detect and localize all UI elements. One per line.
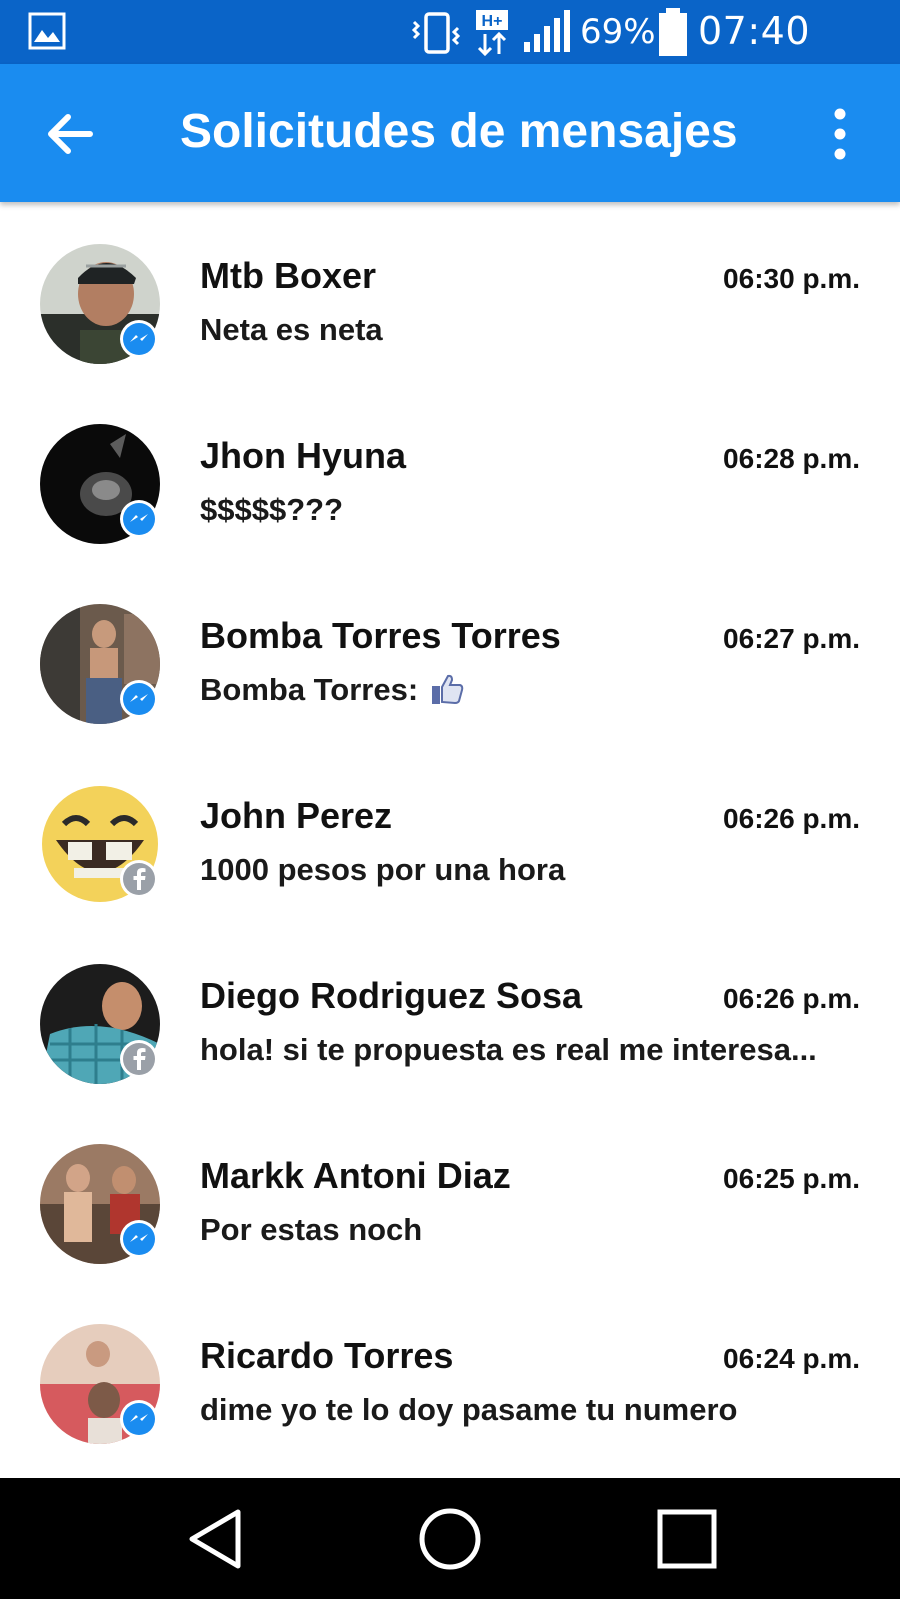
message-time: 06:26 p.m. [723, 803, 860, 834]
svg-text:H+: H+ [482, 13, 503, 30]
network-hplus-icon: H+ [476, 10, 508, 57]
more-options-icon[interactable] [818, 104, 862, 164]
message-request-row[interactable]: Bomba Torres Torres 06:27 p.m. Bomba Tor… [0, 562, 900, 742]
messenger-badge-icon [120, 320, 158, 358]
message-request-row[interactable]: Jhon Hyuna 06:28 p.m. $$$$$??? [0, 382, 900, 562]
message-preview: $$$$$??? [200, 490, 860, 530]
sender-name: Ricardo Torres [200, 1335, 454, 1376]
nav-home-icon[interactable] [415, 1504, 485, 1574]
facebook-badge-icon [120, 1040, 158, 1078]
message-request-row[interactable]: Mtb Boxer 06:30 p.m. Neta es neta [0, 202, 900, 382]
signal-strength-icon [524, 10, 570, 52]
facebook-badge-icon [120, 860, 158, 898]
messenger-badge-icon [120, 680, 158, 718]
message-preview: Bomba Torres: [200, 670, 860, 710]
message-request-list: Mtb Boxer 06:30 p.m. Neta es neta Jhon H… [0, 202, 900, 1462]
message-preview: Por estas noch [200, 1210, 860, 1250]
sender-name: Jhon Hyuna [200, 435, 407, 476]
page-title: Solicitudes de mensajes [180, 105, 738, 158]
status-bar: H+ 69% 07:40 p.m. [0, 0, 900, 99]
message-time: 06:26 p.m. [723, 983, 860, 1014]
message-preview: Neta es neta [200, 310, 860, 350]
message-preview: hola! si te propuesta es real me interes… [200, 1030, 860, 1070]
message-time: 06:27 p.m. [723, 623, 860, 654]
message-time: 06:28 p.m. [723, 443, 860, 474]
message-preview-text: $$$$$??? [200, 492, 344, 527]
navigation-bar [0, 1478, 900, 1599]
messenger-badge-icon [120, 1400, 158, 1438]
vibrate-icon [411, 12, 461, 54]
message-request-row[interactable]: John Perez 06:26 p.m. 1000 pesos por una… [0, 742, 900, 922]
thumbs-up-icon [432, 674, 464, 705]
messenger-badge-icon [120, 1220, 158, 1258]
app-bar: Solicitudes de mensajes [0, 64, 900, 202]
message-time: 06:25 p.m. [723, 1163, 860, 1194]
back-arrow-icon[interactable] [40, 104, 100, 164]
nav-back-icon[interactable] [180, 1504, 250, 1574]
sender-name: John Perez [200, 795, 393, 836]
message-request-row[interactable]: Diego Rodriguez Sosa 06:26 p.m. hola! si… [0, 922, 900, 1102]
message-preview-text: hola! si te propuesta es real me interes… [200, 1032, 817, 1067]
nav-recents-icon[interactable] [652, 1504, 722, 1574]
sender-name: Mtb Boxer [200, 255, 377, 296]
battery-percent: 69% [580, 12, 656, 52]
message-preview-text: dime yo te lo doy pasame tu numero [200, 1392, 738, 1427]
messenger-badge-icon [120, 500, 158, 538]
sender-name: Bomba Torres Torres [200, 615, 561, 656]
message-time: 06:24 p.m. [723, 1343, 860, 1374]
gallery-notification-icon [28, 12, 66, 50]
message-time: 06:30 p.m. [723, 263, 860, 294]
message-preview: dime yo te lo doy pasame tu numero [200, 1390, 860, 1430]
sender-name: Markk Antoni Diaz [200, 1155, 511, 1196]
message-preview-text: 1000 pesos por una hora [200, 852, 566, 887]
message-preview-text: Por estas noch [200, 1212, 423, 1247]
message-request-row[interactable]: Markk Antoni Diaz 06:25 p.m. Por estas n… [0, 1102, 900, 1282]
message-preview-text: Neta es neta [200, 312, 383, 347]
message-preview-text: Bomba Torres: [200, 672, 419, 707]
sender-name: Diego Rodriguez Sosa [200, 975, 583, 1016]
battery-icon [659, 8, 687, 56]
message-request-row[interactable]: Ricardo Torres 06:24 p.m. dime yo te lo … [0, 1282, 900, 1462]
message-preview: 1000 pesos por una hora [200, 850, 860, 890]
